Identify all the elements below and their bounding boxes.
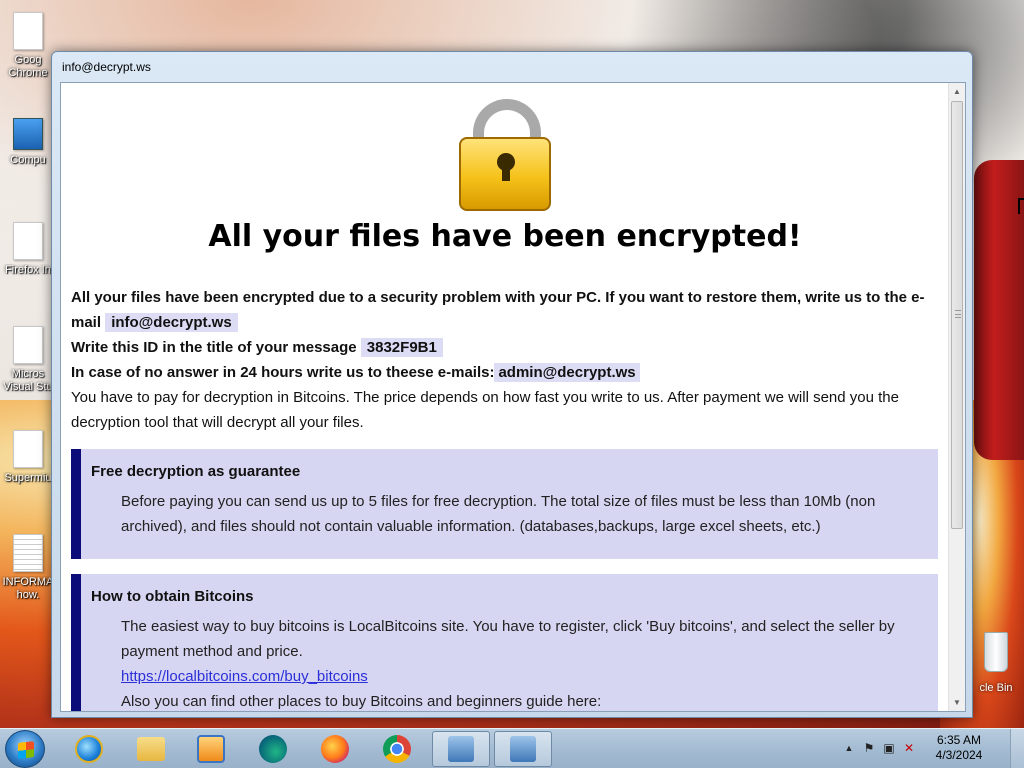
alt-contact-email: admin@decrypt.ws	[494, 363, 640, 382]
section-title: How to obtain Bitcoins	[91, 588, 254, 605]
id-instruction: Write this ID in the title of your messa…	[71, 339, 357, 356]
desktop-icon-chrome[interactable]: Goog Chrome	[0, 12, 56, 80]
taskbar-program-2[interactable]	[494, 731, 552, 767]
system-tray: ▲ ⚑ ▣ ✕ 6:35 AM 4/3/2024	[834, 729, 1024, 768]
victim-id: 3832F9B1	[360, 338, 443, 357]
mouse-cursor-icon	[1018, 198, 1024, 214]
file-icon	[13, 12, 43, 50]
window-client-area: All your files have been encrypted! All …	[60, 82, 966, 712]
wallpaper-bottle	[974, 160, 1024, 460]
desktop-icon-computer[interactable]: Compu	[0, 118, 56, 167]
start-button[interactable]	[5, 730, 45, 768]
clock-time: 6:35 AM	[936, 733, 982, 747]
localbitcoins-link[interactable]: https://localbitcoins.com/buy_bitcoins	[121, 668, 368, 685]
taskbar-chrome[interactable]	[370, 731, 424, 767]
scrollbar-thumb[interactable]	[951, 101, 963, 529]
desktop-icon-label: Compu	[10, 154, 46, 166]
recycle-bin-icon	[984, 632, 1008, 672]
taskbar-edge[interactable]	[246, 731, 300, 767]
window-title: info@decrypt.ws	[62, 60, 151, 74]
alt-email-line: In case of no answer in 24 hours write u…	[71, 360, 941, 385]
desktop-icon-firefox[interactable]: Firefox In	[0, 222, 56, 277]
taskbar-firefox[interactable]	[308, 731, 362, 767]
file-icon	[13, 326, 43, 364]
section-title: Free decryption as guarantee	[91, 463, 301, 480]
id-line: Write this ID in the title of your messa…	[71, 335, 941, 360]
show-desktop-button[interactable]	[1010, 729, 1024, 768]
payment-paragraph: You have to pay for decryption in Bitcoi…	[71, 389, 899, 431]
clock-date: 4/3/2024	[935, 748, 983, 762]
section-link-line: https://localbitcoins.com/buy_bitcoins	[121, 664, 911, 689]
network-icon[interactable]: ▣	[882, 741, 896, 755]
windows-logo-icon	[18, 741, 34, 759]
section-text: The easiest way to buy bitcoins is Local…	[121, 618, 895, 660]
vertical-scrollbar[interactable]: ▲ ▼	[948, 83, 965, 711]
edge-icon	[259, 735, 287, 763]
taskbar-explorer[interactable]	[124, 731, 178, 767]
file-icon	[13, 430, 43, 468]
volume-muted-icon[interactable]: ✕	[902, 741, 916, 755]
padlock-icon	[459, 99, 555, 211]
show-hidden-icons-icon[interactable]: ▲	[842, 741, 856, 755]
note-content: All your files have been encrypted! All …	[61, 83, 949, 711]
taskbar-internet-explorer[interactable]	[62, 731, 116, 767]
intro-paragraph: All your files have been encrypted due t…	[71, 285, 941, 335]
text-file-icon	[13, 534, 43, 572]
ransom-note-window: info@decrypt.ws All your files have been…	[51, 51, 973, 718]
window-title-bar[interactable]: info@decrypt.ws	[52, 52, 972, 82]
clock[interactable]: 6:35 AM 4/3/2024	[924, 733, 994, 763]
contact-email: info@decrypt.ws	[105, 313, 238, 332]
action-center-flag-icon[interactable]: ⚑	[862, 741, 876, 755]
installer-icon	[510, 736, 536, 762]
bitcoin-section: How to obtain Bitcoins The easiest way t…	[71, 574, 938, 711]
guarantee-section: Free decryption as guarantee Before payi…	[71, 449, 938, 559]
desktop-icon-visual-studio[interactable]: Micros Visual Stu	[0, 326, 56, 394]
desktop-icon-recycle-bin[interactable]: cle Bin	[968, 632, 1024, 694]
scroll-up-arrow-icon[interactable]: ▲	[949, 83, 965, 100]
desktop-icon-label: cle Bin	[979, 682, 1013, 694]
desktop-icon-label: Goog Chrome	[8, 54, 48, 79]
desktop-icon-label: Supermiu	[4, 472, 52, 484]
internet-explorer-icon	[75, 735, 103, 763]
taskbar-media-player[interactable]	[184, 731, 238, 767]
desktop-icon-label: Firefox In	[5, 264, 51, 276]
chrome-icon	[383, 735, 411, 763]
taskbar: ▲ ⚑ ▣ ✕ 6:35 AM 4/3/2024	[0, 728, 1024, 768]
installer-icon	[448, 736, 474, 762]
grip-icon	[955, 310, 961, 318]
scroll-down-arrow-icon[interactable]: ▼	[949, 694, 965, 711]
computer-icon	[13, 118, 43, 150]
page-title: All your files have been encrypted!	[208, 219, 802, 254]
firefox-icon	[321, 735, 349, 763]
desktop-icon-information[interactable]: INFORMA how.	[0, 534, 56, 602]
desktop-icon-label: Micros Visual Stu	[3, 368, 53, 393]
taskbar-program-1[interactable]	[432, 731, 490, 767]
desktop-icon-label: INFORMA how.	[2, 576, 54, 601]
media-player-icon	[197, 735, 225, 763]
file-icon	[13, 222, 43, 260]
desktop-icon-supermium[interactable]: Supermiu	[0, 430, 56, 485]
folder-icon	[137, 737, 165, 761]
alt-email-instruction: In case of no answer in 24 hours write u…	[71, 364, 495, 381]
section-text-2: Also you can find other places to buy Bi…	[121, 693, 602, 710]
section-text: Before paying you can send us up to 5 fi…	[121, 493, 876, 535]
